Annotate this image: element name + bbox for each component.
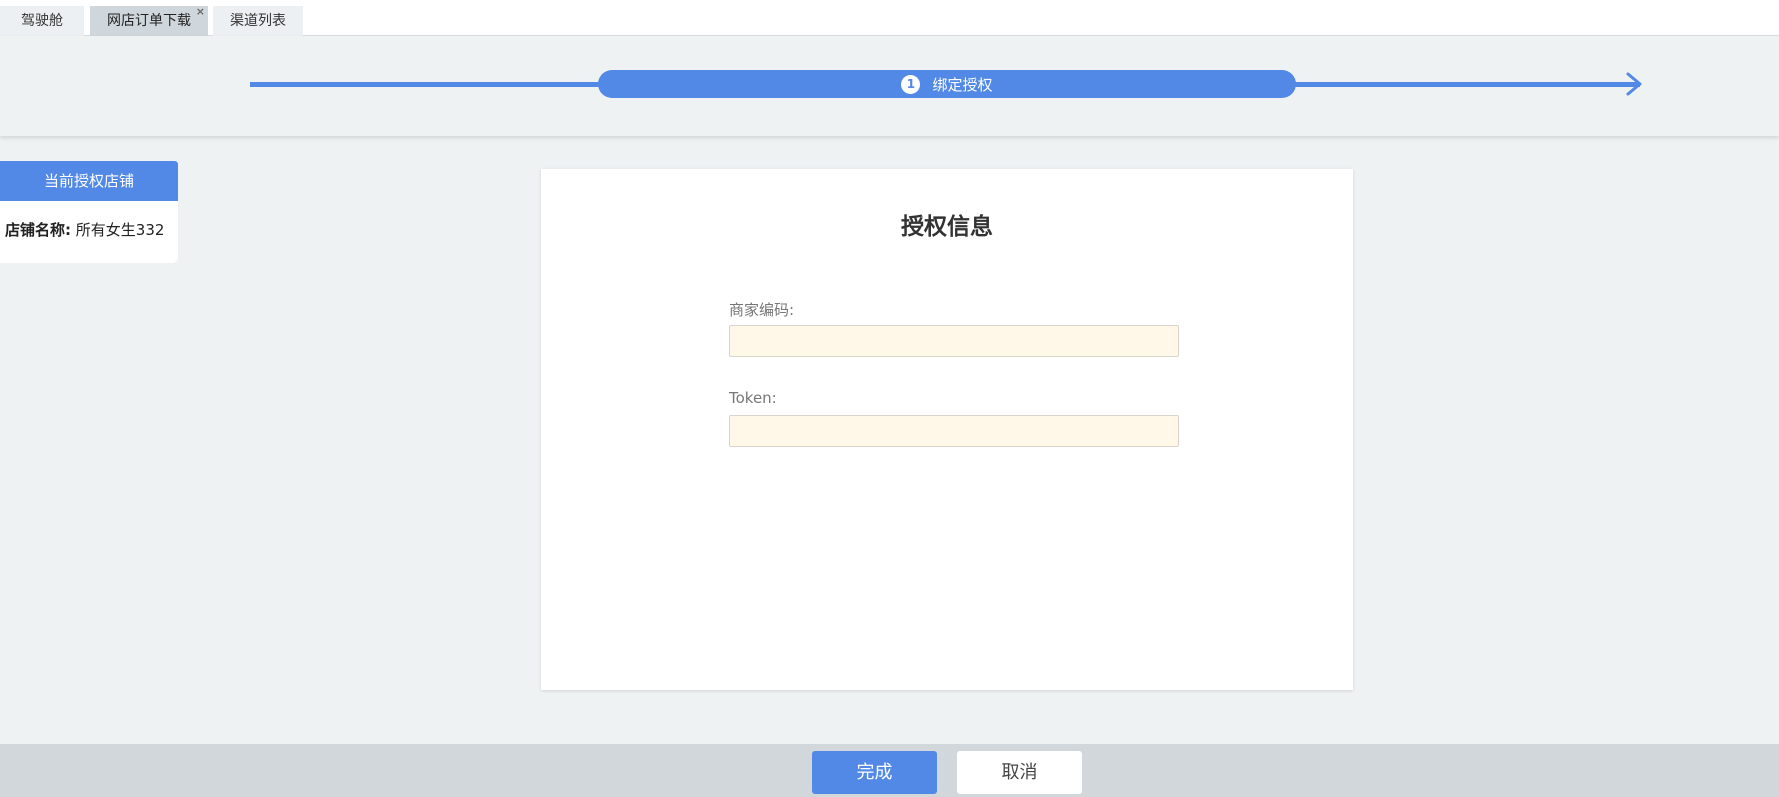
step-label: 绑定授权 xyxy=(932,75,993,94)
shop-name-value: 所有女生332 xyxy=(75,221,165,239)
tab-label: 渠道列表 xyxy=(230,13,286,29)
current-shop-header: 当前授权店铺 xyxy=(0,161,178,201)
action-bar: 完成 取消 xyxy=(0,744,1779,797)
tab-label: 网店订单下载 xyxy=(107,13,191,29)
tab-cockpit[interactable]: 驾驶舱 xyxy=(0,6,84,36)
tab-label: 驾驶舱 xyxy=(21,13,63,29)
current-shop-panel: 当前授权店铺 店铺名称: 所有女生332 xyxy=(0,161,178,263)
step-bind-authorization: 1 绑定授权 xyxy=(598,70,1296,98)
close-icon[interactable]: × xyxy=(196,6,205,18)
shop-name-label: 店铺名称: xyxy=(5,221,71,239)
arrow-right-icon xyxy=(1626,72,1642,96)
tab-online-order-download[interactable]: 网店订单下载 × xyxy=(90,6,208,36)
finish-button[interactable]: 完成 xyxy=(812,751,937,794)
card-title: 授权信息 xyxy=(901,214,993,240)
tab-bar: 驾驶舱 网店订单下载 × 渠道列表 xyxy=(0,0,1779,36)
auth-info-card: 授权信息 商家编码: Token: xyxy=(541,169,1353,690)
merchant-code-input[interactable] xyxy=(729,325,1179,357)
merchant-code-label: 商家编码: xyxy=(729,301,795,319)
stepper: 1 绑定授权 xyxy=(0,36,1779,136)
token-input[interactable] xyxy=(729,415,1179,447)
shop-name-row: 店铺名称: 所有女生332 xyxy=(0,201,178,240)
tab-channel-list[interactable]: 渠道列表 xyxy=(213,6,303,36)
step-number-badge: 1 xyxy=(901,74,921,94)
cancel-button[interactable]: 取消 xyxy=(957,751,1082,794)
token-label: Token: xyxy=(729,389,777,407)
